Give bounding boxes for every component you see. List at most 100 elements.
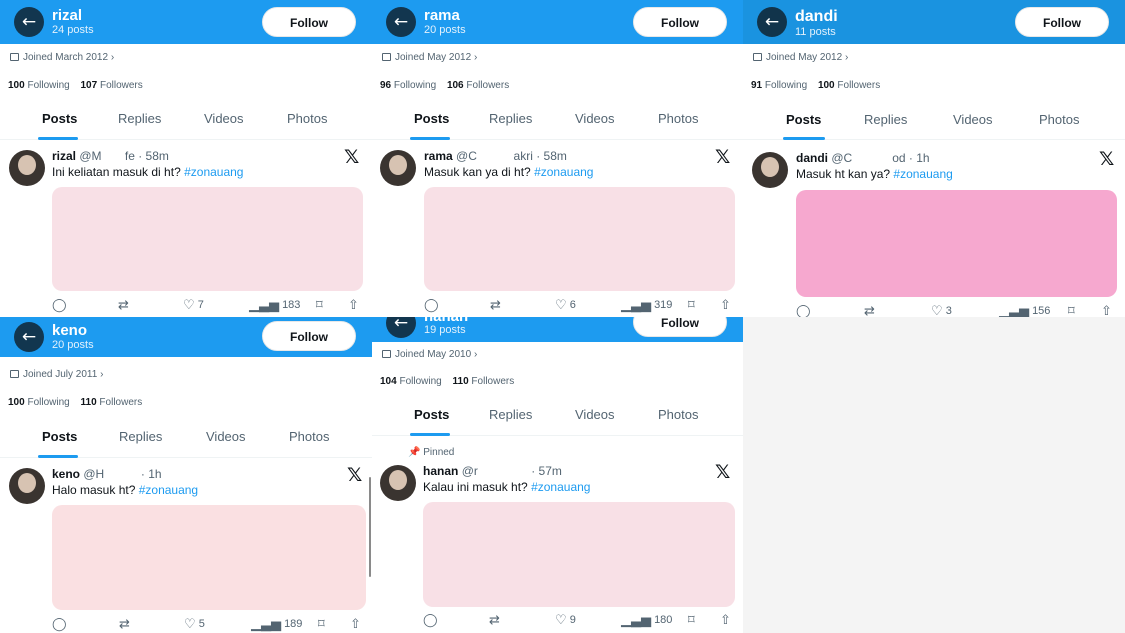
followers-link[interactable]: 110 Followers [453, 376, 515, 387]
like-button[interactable]: ♡ 5 [184, 617, 205, 632]
repost-icon[interactable]: ⇄ [119, 617, 130, 632]
tab-photos[interactable]: Photos [658, 407, 698, 422]
avatar[interactable] [380, 465, 416, 501]
tab-replies[interactable]: Replies [489, 111, 532, 126]
following-link[interactable]: 100 Following [8, 397, 70, 408]
back-arrow-icon[interactable]: ← [14, 322, 44, 352]
tweet-text: Masuk ht kan ya? #zonauang [796, 167, 953, 181]
joined-date[interactable]: Joined March 2012 › [10, 52, 114, 63]
repost-icon[interactable]: ⇄ [118, 298, 129, 313]
tab-replies[interactable]: Replies [119, 429, 162, 444]
tweet-media[interactable] [52, 187, 363, 291]
tab-photos[interactable]: Photos [658, 111, 698, 126]
bookmark-icon[interactable]: ⌑ [318, 617, 325, 632]
repost-icon[interactable]: ⇄ [489, 613, 500, 628]
joined-date[interactable]: Joined May 2012 › [382, 52, 477, 63]
tab-replies[interactable]: Replies [864, 112, 907, 127]
bookmark-icon[interactable]: ⌑ [316, 298, 323, 313]
followers-link[interactable]: 106 Followers [447, 80, 509, 91]
joined-date[interactable]: Joined May 2012 › [753, 52, 848, 63]
back-arrow-icon[interactable]: ← [386, 7, 416, 37]
bookmark-icon[interactable]: ⌑ [1068, 304, 1075, 317]
views-button[interactable]: ▁▃▅ 319 [621, 298, 672, 313]
views-icon: ▁▃▅ [621, 613, 651, 628]
tab-posts[interactable]: Posts [42, 111, 77, 126]
bookmark-icon[interactable]: ⌑ [688, 613, 695, 628]
tweet-media[interactable] [52, 505, 366, 610]
bookmark-icon[interactable]: ⌑ [688, 298, 695, 313]
followers-link[interactable]: 100 Followers [818, 80, 880, 91]
tab-videos[interactable]: Videos [206, 429, 246, 444]
reply-icon[interactable]: ◯ [52, 298, 67, 313]
tab-replies[interactable]: Replies [118, 111, 161, 126]
tab-videos[interactable]: Videos [575, 111, 615, 126]
avatar[interactable] [752, 152, 788, 188]
joined-date[interactable]: Joined May 2010 › [382, 349, 477, 360]
views-button[interactable]: ▁▃▅ 189 [251, 617, 302, 632]
hashtag-link[interactable]: #zonauang [893, 167, 952, 181]
views-icon: ▁▃▅ [251, 617, 281, 632]
tab-videos[interactable]: Videos [204, 111, 244, 126]
scrollbar[interactable] [369, 477, 371, 577]
views-button[interactable]: ▁▃▅ 180 [621, 613, 672, 628]
calendar-icon [382, 53, 391, 61]
avatar[interactable] [9, 150, 45, 186]
tab-posts[interactable]: Posts [42, 429, 77, 444]
x-logo-icon: 𝕏 [344, 146, 360, 168]
tab-photos[interactable]: Photos [1039, 112, 1079, 127]
back-arrow-icon[interactable]: ← [14, 7, 44, 37]
following-link[interactable]: 104 Following [380, 376, 442, 387]
back-arrow-icon[interactable]: ← [757, 7, 787, 37]
active-tab-indicator [38, 137, 78, 140]
share-icon[interactable]: ⇧ [350, 617, 361, 632]
x-logo-icon: 𝕏 [347, 464, 363, 486]
repost-icon[interactable]: ⇄ [864, 304, 875, 317]
following-link[interactable]: 100 Following [8, 80, 70, 91]
joined-date[interactable]: Joined July 2011 › [10, 369, 103, 380]
reply-icon[interactable]: ◯ [424, 298, 439, 313]
tab-videos[interactable]: Videos [575, 407, 615, 422]
hashtag-link[interactable]: #zonauang [139, 483, 198, 497]
following-link[interactable]: 96 Following [380, 80, 436, 91]
followers-link[interactable]: 107 Followers [81, 80, 143, 91]
reply-icon[interactable]: ◯ [52, 617, 67, 632]
like-button[interactable]: ♡ 7 [183, 298, 204, 313]
follow-button[interactable]: Follow [633, 7, 727, 37]
tab-posts[interactable]: Posts [786, 112, 821, 127]
share-icon[interactable]: ⇧ [1101, 304, 1112, 317]
tweet-media[interactable] [424, 187, 735, 291]
share-icon[interactable]: ⇧ [720, 298, 731, 313]
following-link[interactable]: 91 Following [751, 80, 807, 91]
tab-photos[interactable]: Photos [289, 429, 329, 444]
tab-photos[interactable]: Photos [287, 111, 327, 126]
views-icon: ▁▃▅ [249, 298, 279, 313]
follow-button[interactable]: Follow [1015, 7, 1109, 37]
follow-button[interactable]: Follow [262, 7, 356, 37]
avatar[interactable] [380, 150, 416, 186]
views-button[interactable]: ▁▃▅ 183 [249, 298, 300, 313]
reply-icon[interactable]: ◯ [796, 304, 811, 317]
share-icon[interactable]: ⇧ [348, 298, 359, 313]
repost-icon[interactable]: ⇄ [490, 298, 501, 313]
like-button[interactable]: ♡ 6 [555, 298, 576, 313]
like-button[interactable]: ♡ 9 [555, 613, 576, 628]
tab-posts[interactable]: Posts [414, 407, 449, 422]
tab-replies[interactable]: Replies [489, 407, 532, 422]
hashtag-link[interactable]: #zonauang [184, 165, 243, 179]
share-icon[interactable]: ⇧ [720, 613, 731, 628]
followers-link[interactable]: 110 Followers [81, 397, 143, 408]
follow-button[interactable]: Follow [262, 321, 356, 351]
tweet-media[interactable] [796, 190, 1117, 297]
views-button[interactable]: ▁▃▅ 156 [999, 304, 1050, 317]
hashtag-link[interactable]: #zonauang [534, 165, 593, 179]
reply-icon[interactable]: ◯ [423, 613, 438, 628]
back-arrow-icon[interactable]: ← [386, 317, 416, 338]
avatar[interactable] [9, 468, 45, 504]
like-button[interactable]: ♡ 3 [931, 304, 952, 317]
tab-posts[interactable]: Posts [414, 111, 449, 126]
hashtag-link[interactable]: #zonauang [531, 480, 590, 494]
tweet-media[interactable] [423, 502, 735, 607]
tab-videos[interactable]: Videos [953, 112, 993, 127]
profile-name: keno [52, 322, 88, 339]
follow-button[interactable]: Follow [633, 317, 727, 337]
